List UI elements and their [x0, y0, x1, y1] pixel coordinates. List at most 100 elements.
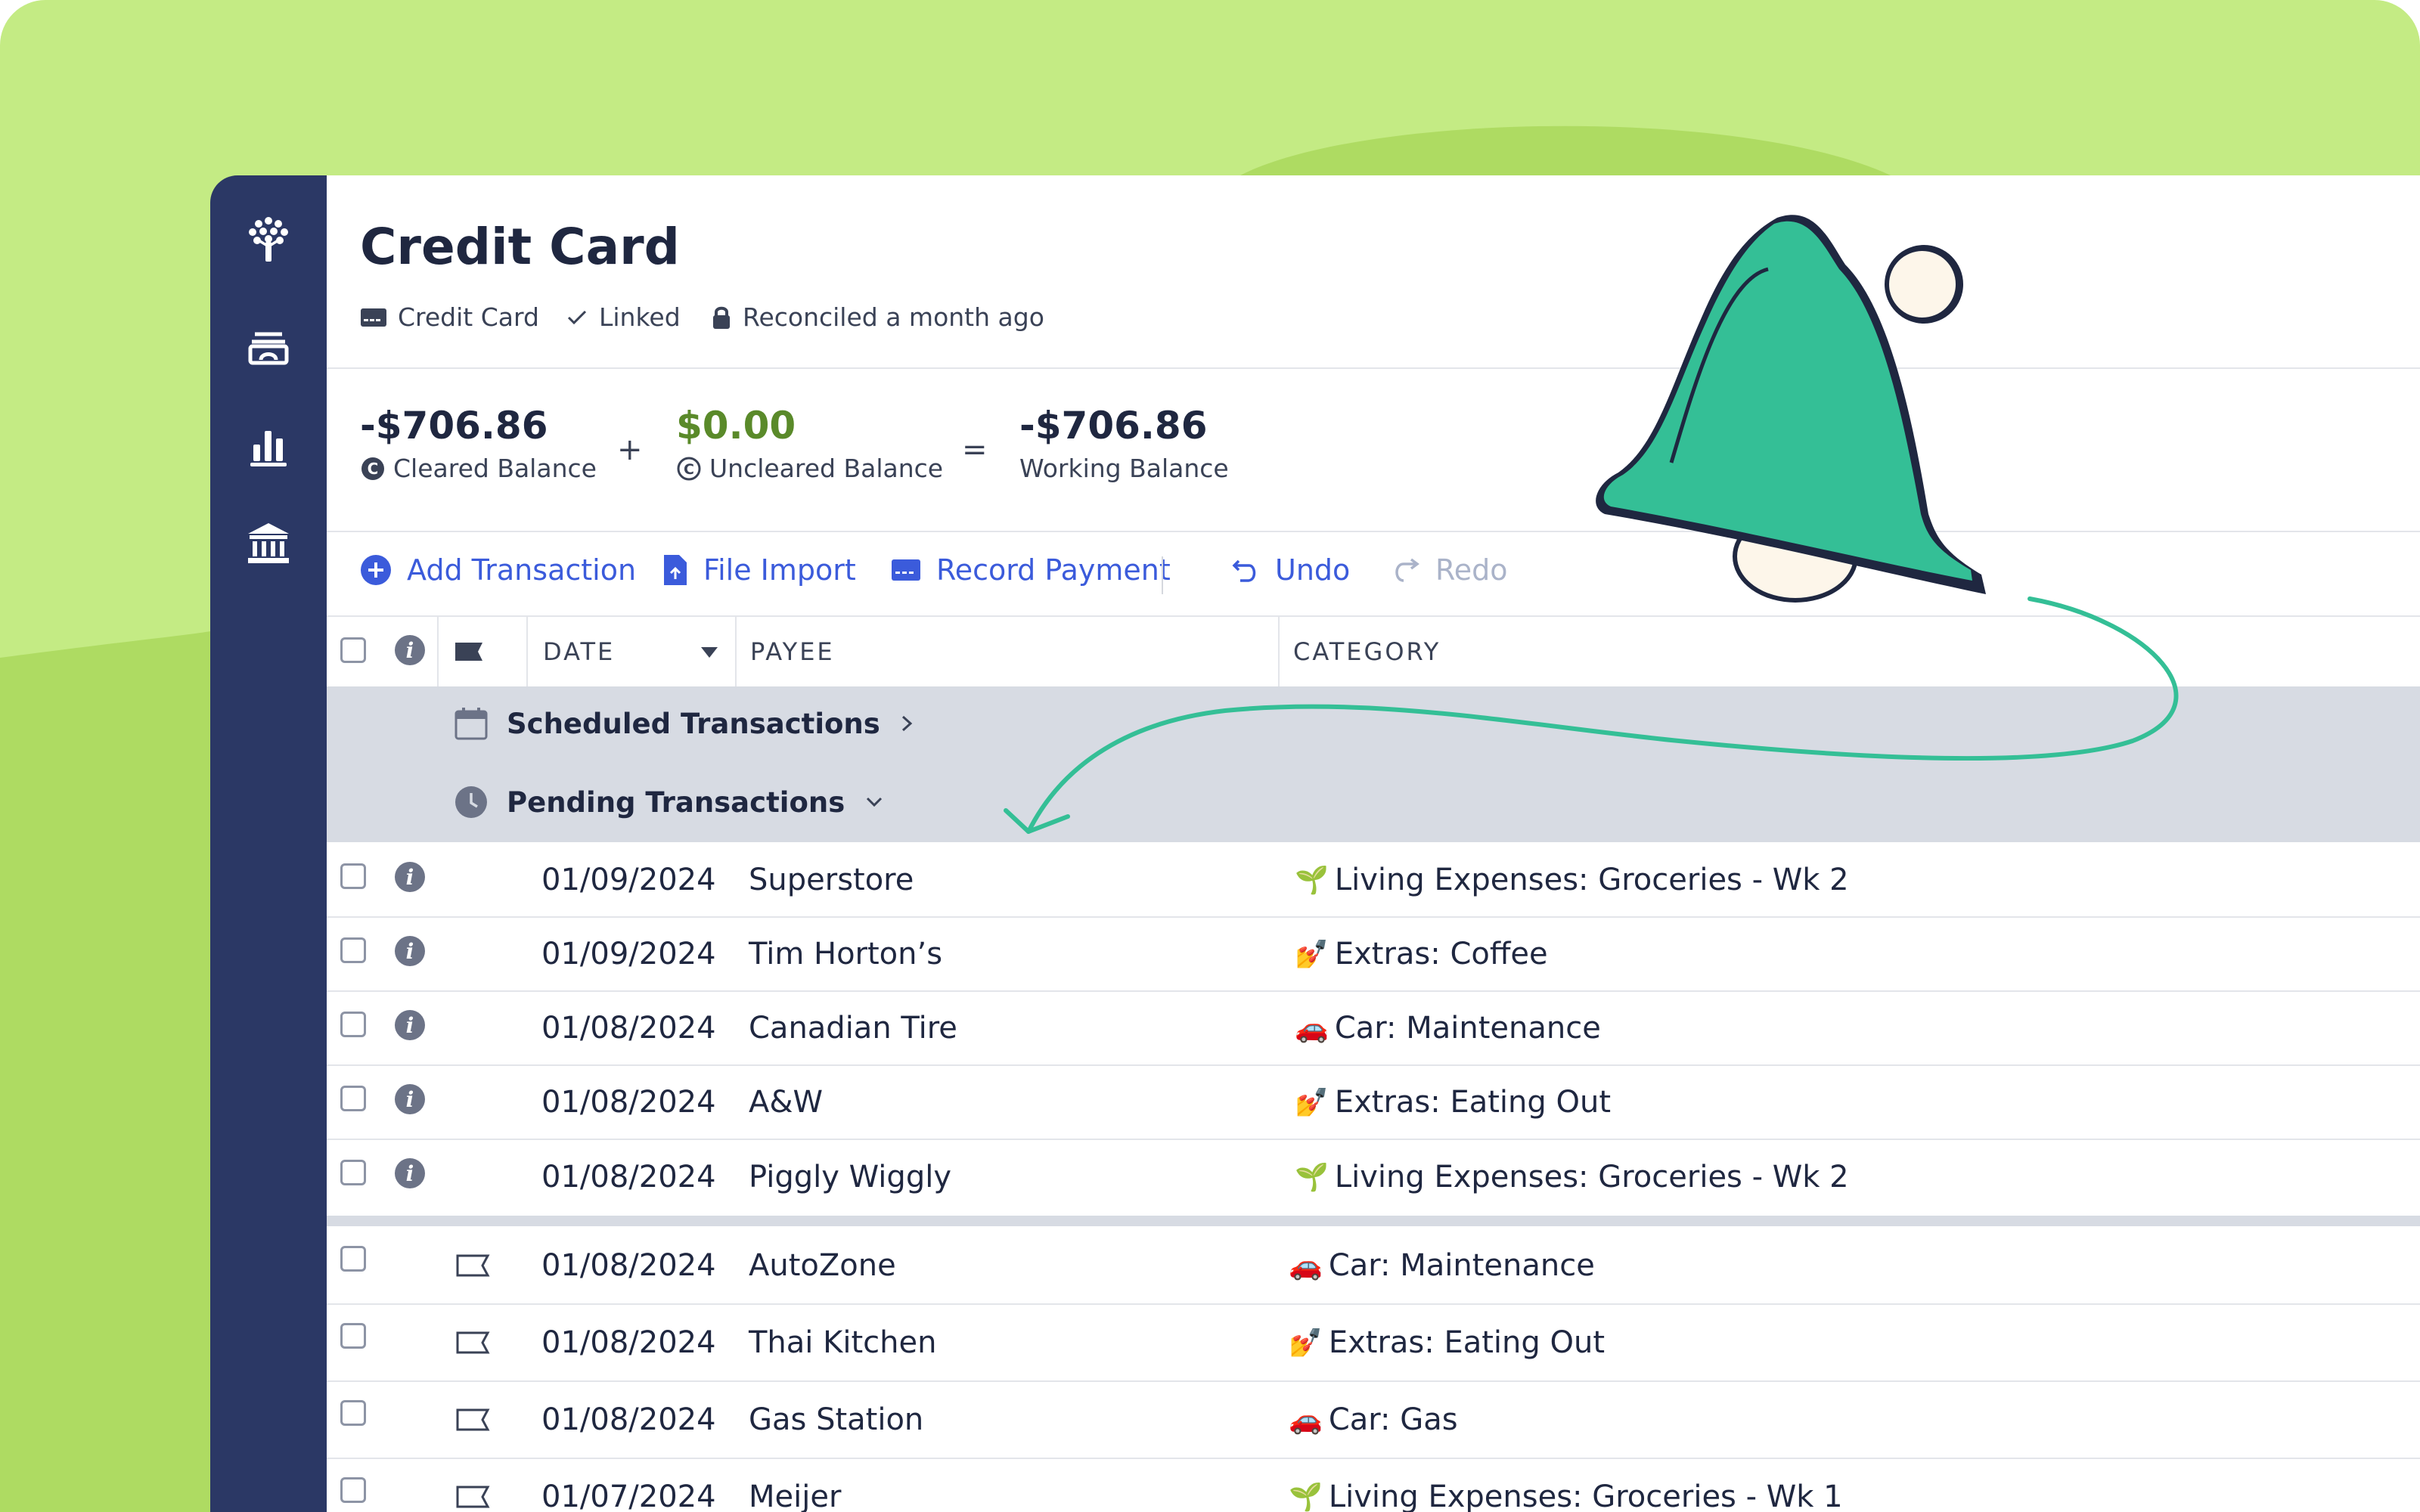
info-icon[interactable]: i — [395, 1158, 425, 1188]
undo-button[interactable]: Undo — [1231, 553, 1350, 587]
budget-icon[interactable] — [210, 327, 327, 366]
sort-down-icon[interactable] — [700, 646, 718, 659]
row-checkbox[interactable] — [340, 1323, 366, 1349]
date-header-label: DATE — [543, 637, 616, 666]
table-row[interactable]: 01/08/2024 Thai Kitchen 💅 Extras: Eating … — [327, 1305, 2420, 1382]
undo-label: Undo — [1275, 553, 1351, 587]
category-cell[interactable]: 🌱 Living Expenses: Groceries - Wk 1 — [1289, 1459, 1843, 1512]
pending-transactions-toggle[interactable]: Pending Transactions — [454, 785, 884, 820]
table-row[interactable]: i 01/08/2024 Piggly Wiggly 🌱 Living Expen… — [327, 1140, 2420, 1214]
linked-label: Linked — [599, 302, 681, 332]
payee-cell[interactable]: Piggly Wiggly — [749, 1140, 951, 1214]
row-checkbox[interactable] — [340, 1160, 366, 1185]
clock-icon — [455, 786, 487, 818]
category-emoji-icon: 🚗 — [1295, 1013, 1329, 1044]
category-cell[interactable]: 🚗 Car: Maintenance — [1289, 1228, 1595, 1303]
payee-cell[interactable]: Canadian Tire — [749, 992, 957, 1064]
flag-outline-icon[interactable] — [455, 1485, 490, 1509]
payee-cell[interactable]: Superstore — [749, 844, 914, 916]
working-label: Working Balance — [1019, 454, 1229, 483]
payee-cell[interactable]: Thai Kitchen — [749, 1305, 936, 1380]
category-cell[interactable]: 🚗 Car: Maintenance — [1295, 992, 1601, 1064]
svg-text:C: C — [684, 461, 694, 478]
category-cell[interactable]: 🚗 Car: Gas — [1289, 1382, 1458, 1458]
flag-outline-icon[interactable] — [455, 1331, 490, 1355]
payee-column-header[interactable]: PAYEE — [750, 617, 835, 686]
payee-cell[interactable]: Gas Station — [749, 1382, 923, 1458]
column-separator — [735, 617, 737, 686]
table-row[interactable]: 01/07/2024 Meijer 🌱 Living Expenses: Groc… — [327, 1459, 2420, 1512]
record-payment-button[interactable]: Record Payment — [891, 553, 1171, 587]
payee-cell[interactable]: AutoZone — [749, 1228, 896, 1303]
info-icon[interactable]: i — [395, 1010, 425, 1040]
category-label: Car: Maintenance — [1334, 1011, 1601, 1046]
flag-outline-icon[interactable] — [455, 1408, 490, 1432]
select-all-checkbox[interactable] — [340, 637, 366, 663]
flag-outline-icon[interactable] — [455, 1253, 490, 1278]
calendar-icon — [455, 708, 488, 740]
balance-divider — [327, 531, 2420, 532]
working-balance: -$706.86 Working Balance — [1019, 404, 1229, 483]
equals-operator: = — [962, 432, 988, 467]
info-icon[interactable]: i — [395, 936, 425, 966]
category-cell[interactable]: 🌱 Living Expenses: Groceries - Wk 2 — [1295, 1140, 1849, 1214]
date-cell[interactable]: 01/08/2024 — [541, 992, 716, 1064]
table-row[interactable]: 01/08/2024 AutoZone 🚗 Car: Maintenance — [327, 1228, 2420, 1305]
category-cell[interactable]: 💅 Extras: Coffee — [1295, 918, 1548, 990]
bar-chart-icon[interactable] — [210, 425, 327, 467]
lock-icon — [713, 306, 730, 329]
date-cell[interactable]: 01/09/2024 — [541, 918, 716, 990]
info-column-icon[interactable]: i — [395, 635, 425, 665]
row-checkbox[interactable] — [340, 1400, 366, 1426]
add-transaction-button[interactable]: Add Transaction — [360, 553, 636, 587]
flag-column-icon[interactable] — [454, 641, 484, 662]
working-amount: -$706.86 — [1019, 404, 1208, 448]
info-icon[interactable]: i — [395, 1084, 425, 1114]
date-cell[interactable]: 01/08/2024 — [541, 1228, 716, 1303]
date-cell[interactable]: 01/08/2024 — [541, 1305, 716, 1380]
row-checkbox[interactable] — [340, 1246, 366, 1272]
credit-card-icon — [361, 308, 386, 327]
uncleared-icon: C — [677, 457, 701, 480]
page-title: Credit Card — [360, 218, 680, 276]
payee-cell[interactable]: A&W — [749, 1066, 823, 1139]
date-column-header[interactable]: DATE — [543, 617, 615, 686]
table-row[interactable]: i 01/08/2024 Canadian Tire 🚗 Car: Mainten… — [327, 992, 2420, 1066]
bank-icon[interactable] — [210, 522, 327, 565]
redo-icon — [1395, 558, 1419, 582]
table-row[interactable]: i 01/08/2024 A&W 💅 Extras: Eating Out — [327, 1066, 2420, 1140]
payee-cell[interactable]: Tim Horton’s — [749, 918, 942, 990]
date-cell[interactable]: 01/07/2024 — [541, 1459, 716, 1512]
category-label: Living Expenses: Groceries - Wk 1 — [1328, 1479, 1843, 1512]
category-cell[interactable]: 💅 Extras: Eating Out — [1289, 1305, 1605, 1380]
category-cell[interactable]: 💅 Extras: Eating Out — [1295, 1066, 1611, 1139]
row-checkbox[interactable] — [340, 1012, 366, 1037]
table-row[interactable]: 01/08/2024 Gas Station 🚗 Car: Gas — [327, 1382, 2420, 1459]
cleared-icon: C — [361, 457, 384, 480]
row-checkbox[interactable] — [340, 1477, 366, 1503]
column-separator — [437, 617, 439, 686]
row-checkbox[interactable] — [340, 863, 366, 889]
reconciled-status: Reconciled a month ago — [711, 302, 1044, 332]
table-row[interactable]: i 01/09/2024 Tim Horton’s 💅 Extras: Coffe… — [327, 918, 2420, 992]
payee-cell[interactable]: Meijer — [749, 1459, 841, 1512]
info-icon[interactable]: i — [395, 862, 425, 892]
date-cell[interactable]: 01/09/2024 — [541, 844, 716, 916]
row-checkbox[interactable] — [340, 937, 366, 963]
redo-button[interactable]: Redo — [1392, 553, 1507, 587]
uncleared-amount: $0.00 — [676, 404, 796, 448]
scheduled-transactions-label: Scheduled Transactions — [507, 707, 880, 740]
date-cell[interactable]: 01/08/2024 — [541, 1382, 716, 1458]
plus-operator: + — [617, 432, 643, 467]
tree-logo-icon[interactable] — [210, 213, 327, 266]
chevron-down-icon — [867, 797, 883, 807]
row-checkbox[interactable] — [340, 1086, 366, 1111]
uncleared-balance: $0.00 C Uncleared Balance — [676, 404, 943, 483]
file-import-button[interactable]: File Import — [662, 553, 856, 587]
scheduled-transactions-toggle[interactable]: Scheduled Transactions — [454, 706, 914, 741]
date-cell[interactable]: 01/08/2024 — [541, 1140, 716, 1214]
record-payment-label: Record Payment — [936, 553, 1171, 587]
date-cell[interactable]: 01/08/2024 — [541, 1066, 716, 1139]
category-emoji-icon: 🚗 — [1289, 1250, 1323, 1281]
redo-label: Redo — [1435, 553, 1508, 587]
